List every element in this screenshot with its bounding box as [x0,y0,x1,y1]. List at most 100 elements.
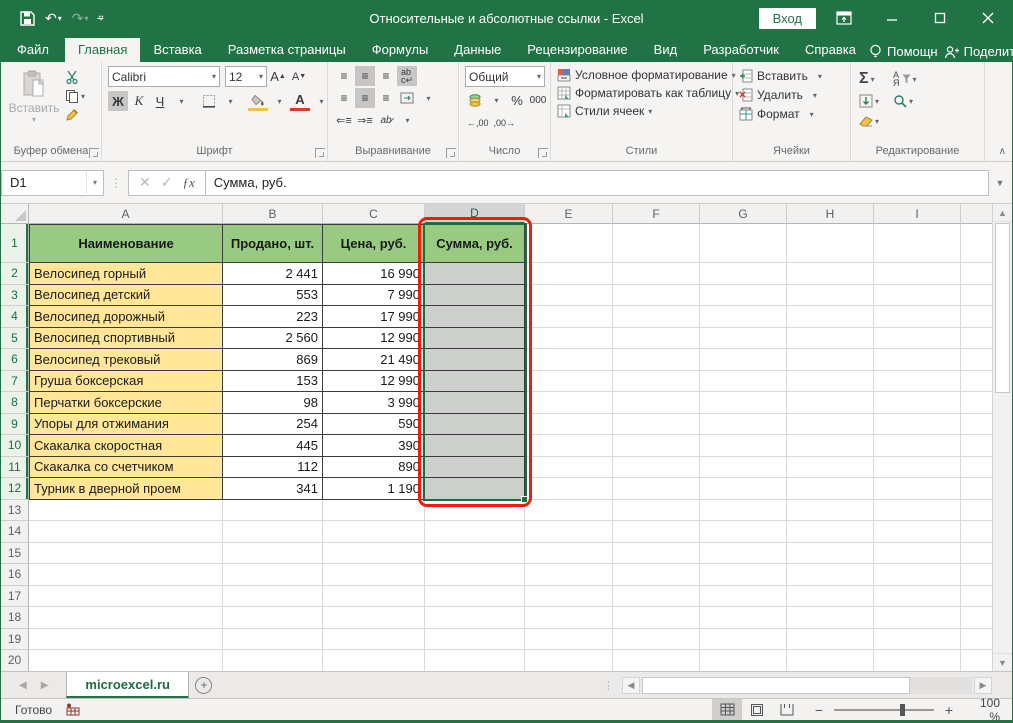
italic-button[interactable]: К [129,91,149,111]
cell-D16[interactable] [425,564,525,586]
fill-handle[interactable] [521,496,528,503]
ribbon-display-options-icon[interactable] [824,3,864,33]
merge-center-button[interactable] [397,88,417,108]
cell-G7[interactable] [700,371,787,393]
hscroll-splitter[interactable]: ⋮ [603,679,620,692]
redo-button[interactable]: ↷▾ [69,8,92,29]
cell-D9[interactable] [425,414,525,436]
cell-B9[interactable]: 254 [223,414,323,436]
cell-C13[interactable] [323,500,425,522]
cell-I8[interactable] [874,392,961,414]
cell-G20[interactable] [700,650,787,671]
cell-B16[interactable] [223,564,323,586]
tab-вид[interactable]: Вид [641,38,691,62]
cell-C1[interactable]: Цена, руб. [323,224,425,263]
cell-H9[interactable] [787,414,874,436]
cell-C16[interactable] [323,564,425,586]
cell-F6[interactable] [613,349,700,371]
column-header-G[interactable]: G [700,204,787,224]
sign-in-button[interactable]: Вход [759,8,816,29]
row-header-17[interactable]: 17 [1,586,29,608]
column-header-I[interactable]: I [874,204,961,224]
cell-B6[interactable]: 869 [223,349,323,371]
cell-G8[interactable] [700,392,787,414]
cell-B8[interactable]: 98 [223,392,323,414]
align-bottom-button[interactable]: ≡ [376,66,396,86]
collapse-ribbon-icon[interactable]: ∧ [999,146,1006,157]
cell-I4[interactable] [874,306,961,328]
cell-B14[interactable] [223,521,323,543]
cell-D7[interactable] [425,371,525,393]
cell-H5[interactable] [787,328,874,350]
cell-H7[interactable] [787,371,874,393]
find-select-button[interactable]: ▾ [891,93,919,109]
cell-A11[interactable]: Скакалка со счетчиком [29,457,223,479]
cell-I7[interactable] [874,371,961,393]
cell-I9[interactable] [874,414,961,436]
cell-H16[interactable] [787,564,874,586]
row-header-20[interactable]: 20 [1,650,29,671]
cell-I12[interactable] [874,478,961,500]
bold-button[interactable]: Ж [108,91,128,111]
accounting-caret[interactable]: ▾ [486,90,506,110]
cell-E13[interactable] [525,500,613,522]
row-header-19[interactable]: 19 [1,629,29,651]
cell-A1[interactable]: Наименование [29,224,223,263]
cell-I13[interactable] [874,500,961,522]
cell-D12[interactable] [425,478,525,500]
cell-G13[interactable] [700,500,787,522]
cell-F12[interactable] [613,478,700,500]
cell-H19[interactable] [787,629,874,651]
cell-H18[interactable] [787,607,874,629]
row-header-9[interactable]: 9 [1,414,29,436]
cell-I17[interactable] [874,586,961,608]
cell-C11[interactable]: 890 [323,457,425,479]
cell-C7[interactable]: 12 990 [323,371,425,393]
cell-F2[interactable] [613,263,700,285]
scroll-down-icon[interactable]: ▼ [993,653,1012,671]
tab-рецензирование[interactable]: Рецензирование [514,38,640,62]
cell-B15[interactable] [223,543,323,565]
cell-C3[interactable]: 7 990 [323,285,425,307]
row-header-3[interactable]: 3 [1,285,29,307]
increase-indent-button[interactable]: ⇒≡ [355,110,375,130]
clear-button[interactable]: ▾ [857,113,881,129]
cell-C10[interactable]: 390 [323,435,425,457]
cell-C2[interactable]: 16 990 [323,263,425,285]
orientation-caret[interactable]: ▾ [397,110,417,130]
cell-E6[interactable] [525,349,613,371]
cell-C12[interactable]: 1 190 [323,478,425,500]
fill-button[interactable]: ▾ [857,93,881,109]
cell-E10[interactable] [525,435,613,457]
cell-A14[interactable] [29,521,223,543]
cell-B13[interactable] [223,500,323,522]
autosum-button[interactable]: Σ▾ [857,69,881,89]
cell-I6[interactable] [874,349,961,371]
select-all-corner[interactable] [1,204,29,224]
copy-button[interactable]: ▾ [63,88,87,104]
cell-B10[interactable]: 445 [223,435,323,457]
cell-I18[interactable] [874,607,961,629]
zoom-in-button[interactable]: + [942,702,956,718]
cell-G10[interactable] [700,435,787,457]
row-header-13[interactable]: 13 [1,500,29,522]
cell-C4[interactable]: 17 990 [323,306,425,328]
column-header-F[interactable]: F [613,204,700,224]
row-header-7[interactable]: 7 [1,371,29,393]
cell-B2[interactable]: 2 441 [223,263,323,285]
font-color-button[interactable]: A [290,91,310,111]
cell-C14[interactable] [323,521,425,543]
page-layout-view-button[interactable] [742,699,772,720]
zoom-out-button[interactable]: − [812,702,826,718]
cell-G15[interactable] [700,543,787,565]
vscroll-track[interactable] [993,222,1012,653]
cell-H8[interactable] [787,392,874,414]
cell-H6[interactable] [787,349,874,371]
tab-разработчик[interactable]: Разработчик [690,38,792,62]
cell-A15[interactable] [29,543,223,565]
row-header-14[interactable]: 14 [1,521,29,543]
cell-H17[interactable] [787,586,874,608]
font-dialog-launcher[interactable] [315,148,325,158]
tab-разметка-страницы[interactable]: Разметка страницы [215,38,359,62]
cell-F5[interactable] [613,328,700,350]
